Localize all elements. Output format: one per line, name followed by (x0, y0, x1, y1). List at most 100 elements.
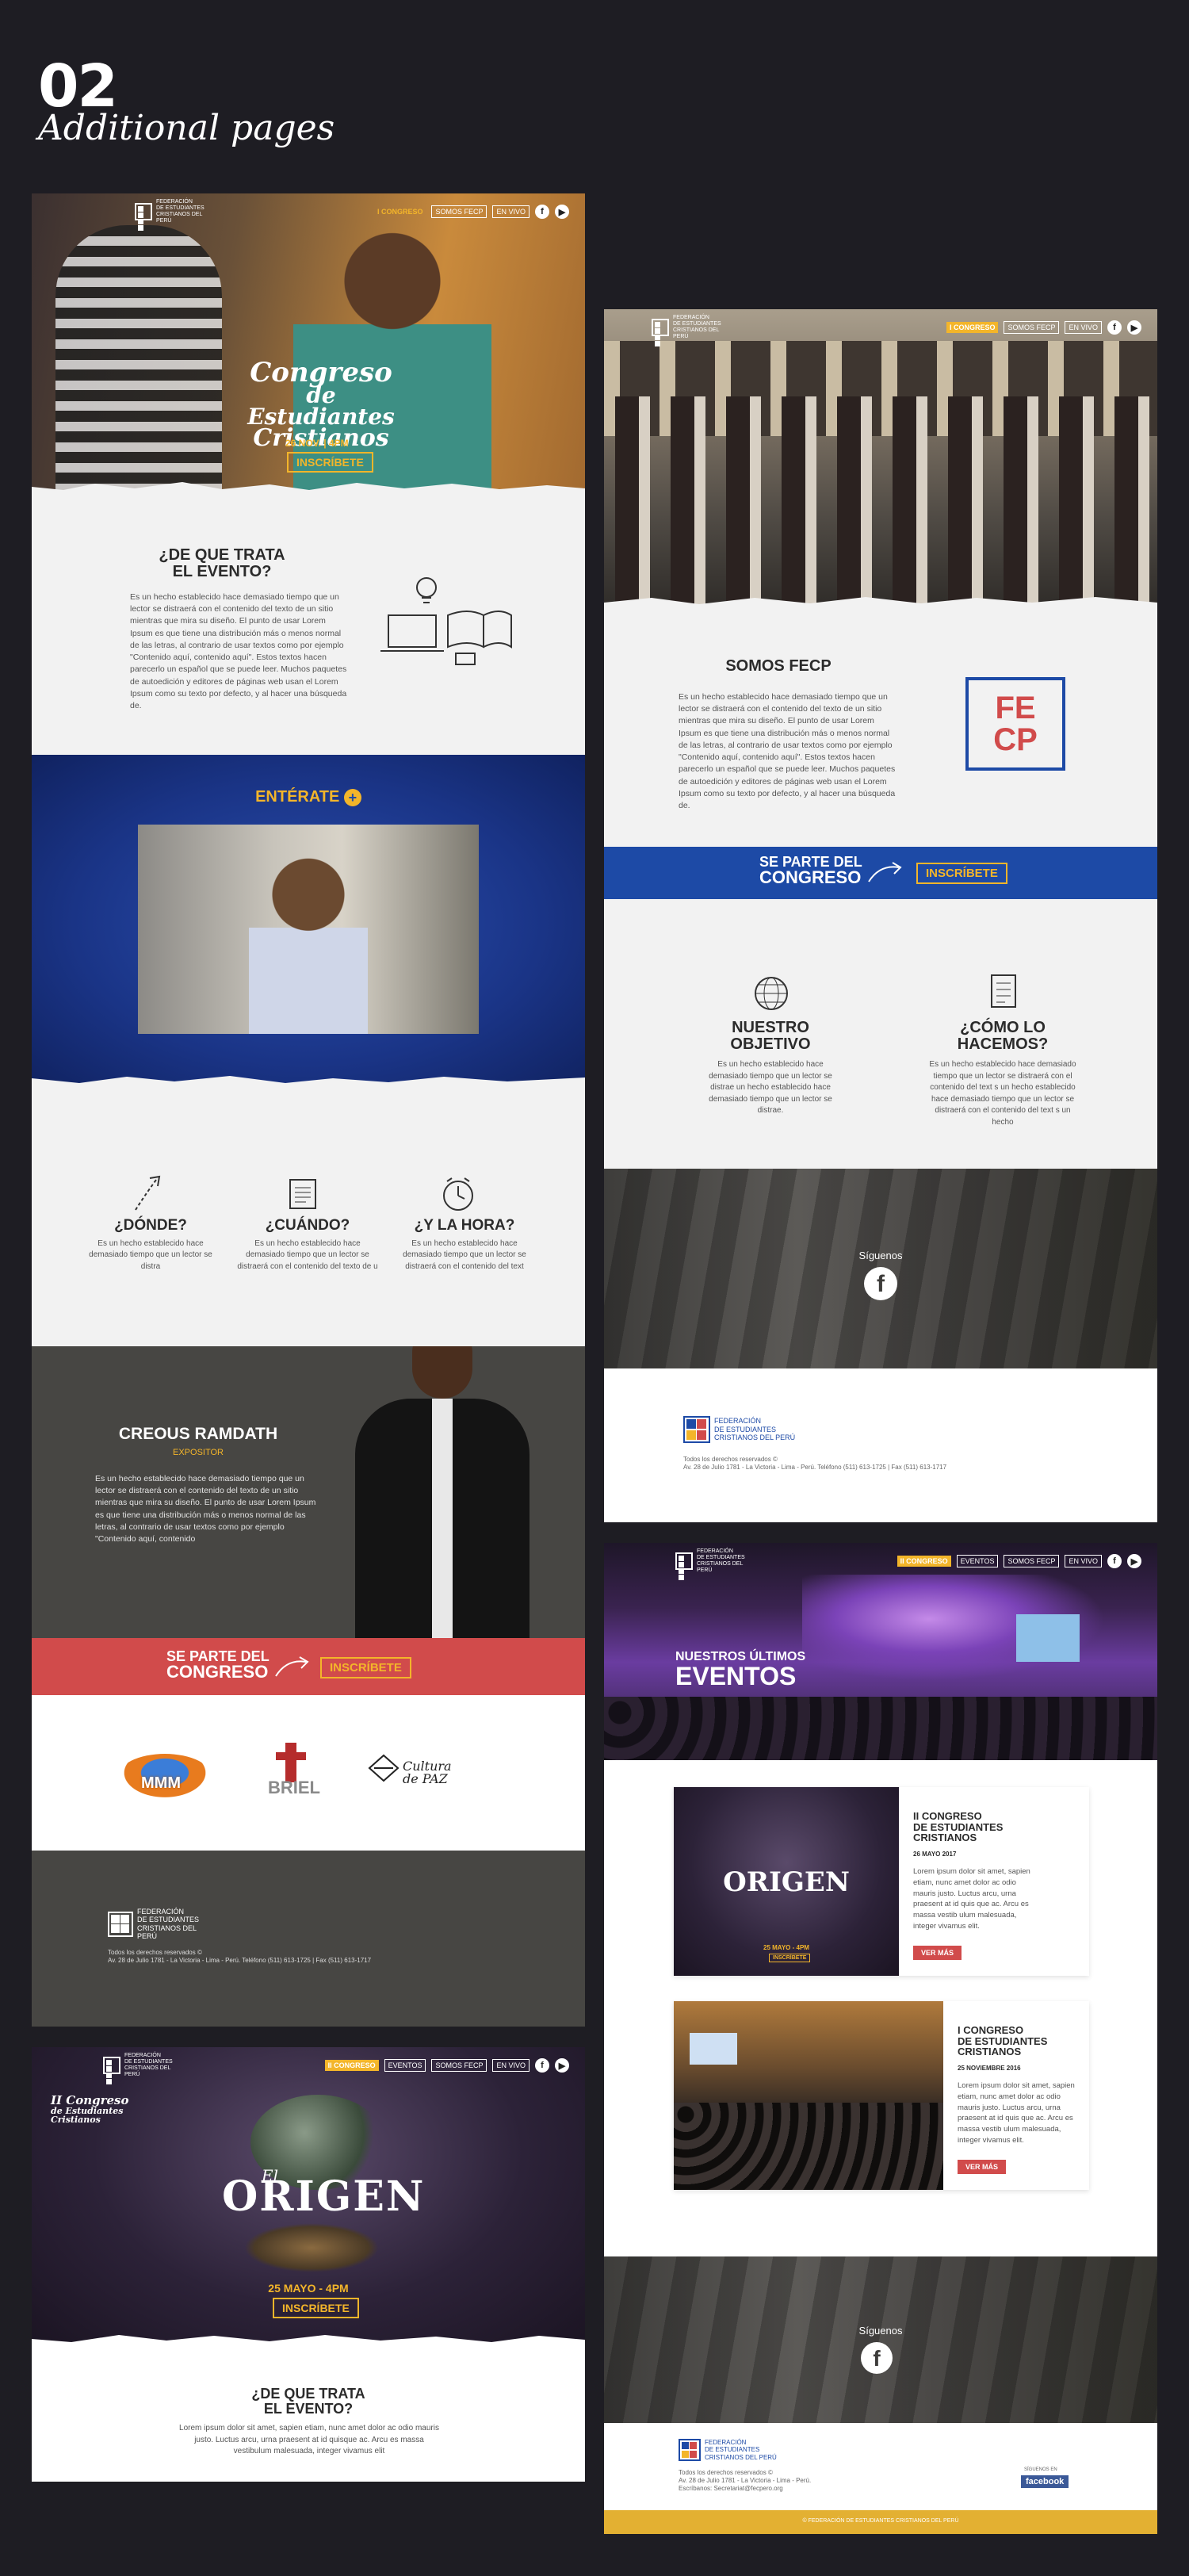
section-title: Additional pages (38, 108, 335, 148)
speaker-name: CREOUS RAMDATH (118, 1425, 278, 1443)
footer-logo-line3: CRISTIANOS DEL PERÚ (137, 1923, 197, 1941)
origen-title: ORIGEN (222, 2172, 426, 2221)
logo-line1: FEDERACIÓN (673, 314, 709, 320)
nav-congreso[interactable]: II CONGRESO (897, 1556, 951, 1567)
youtube-icon[interactable]: ▶ (555, 205, 569, 219)
footer-address: Av. 28 de Julio 1781 - La Victoria - Lim… (108, 1957, 372, 1964)
logo-line3: CRISTIANOS DEL PERÚ (124, 2065, 171, 2078)
event-card: ORIGEN 25 MAYO - 4PM INSCRÍBETE II CONGR… (674, 1787, 1089, 1976)
cta-text: SE PARTE DEL CONGRESO (759, 855, 862, 886)
plus-icon[interactable]: + (343, 788, 361, 806)
origen-register-button[interactable]: INSCRÍBETE (273, 2298, 359, 2318)
nav-congreso[interactable]: I CONGRESO (946, 322, 999, 333)
footer-logo-text: FEDERACIÓN DE ESTUDIANTES CRISTIANOS DEL P… (714, 1417, 801, 1441)
cta-register-button[interactable]: INSCRÍBETE (916, 863, 1007, 884)
nav-eventos[interactable]: EVENTOS (384, 2059, 426, 2072)
footer-logo[interactable]: FEDERACIÓN DE ESTUDIANTES CRISTIANOS DEL P… (108, 1908, 216, 1940)
about-text: Es un hecho establecido hace demasiado t… (130, 592, 347, 710)
event-date: 26 MAYO 2017 (913, 1851, 957, 1858)
event-date: 25 NOVIEMBRE 2016 (958, 2065, 1021, 2072)
event-text: Lorem ipsum dolor sit amet, sapien etiam… (958, 2081, 1075, 2145)
fecp-logo-icon (108, 1911, 133, 1937)
location-arrow-icon (135, 1175, 161, 1211)
event-photo-audience (674, 2103, 943, 2190)
nav-somos[interactable]: SOMOS FECP (1004, 321, 1060, 334)
info-when-title: ¿CUÁNDO? (265, 1217, 350, 1234)
events-hero-line2: EVENTOS (675, 1662, 797, 1690)
speaker-bio: Es un hecho establecido hace demasiado t… (95, 1474, 316, 1544)
logo-line1: FEDERACIÓN (124, 2052, 161, 2058)
see-more-button[interactable]: VER MÁS (958, 2160, 1007, 2174)
footer-logo[interactable]: FEDERACIÓN DE ESTUDIANTES CRISTIANOS DEL P… (683, 1416, 801, 1443)
video-player[interactable] (138, 825, 479, 1034)
checklist-icon (991, 974, 1016, 1008)
fossil-graphic (244, 2223, 379, 2272)
fecp-logo-letters: FE CP (993, 691, 1038, 757)
arrow-icon (275, 1656, 309, 1677)
fecp-logo[interactable]: FEDERACIÓN DE ESTUDIANTES CRISTIANOS DEL P… (135, 198, 213, 231)
nav-congreso[interactable]: II CONGRESO (324, 2060, 379, 2071)
goals-section: NUESTRO OBJETIVO Es un hecho establecido… (604, 899, 1157, 1169)
facebook-icon[interactable]: f (861, 2342, 893, 2374)
nav-somos[interactable]: SOMOS FECP (1004, 1555, 1060, 1567)
youtube-icon[interactable]: ▶ (1127, 320, 1141, 335)
nav-envivo[interactable]: EN VIVO (492, 205, 530, 218)
fecp-logo-icon (103, 2057, 120, 2084)
event-photo-screen (690, 2033, 737, 2065)
register-button[interactable]: INSCRÍBETE (287, 452, 373, 473)
cta-section: SE PARTE DEL CONGRESO INSCRÍBETE (604, 847, 1157, 899)
nav-envivo[interactable]: EN VIVO (1065, 1555, 1102, 1567)
sponsor-briel-label: BRIEL (268, 1778, 320, 1797)
logo-line1: FEDERACIÓN (697, 1548, 733, 1554)
see-more-button[interactable]: VER MÁS (913, 1946, 962, 1960)
logo-line1: FEDERACIÓN (156, 198, 193, 205)
facebook-icon[interactable]: f (1107, 320, 1122, 335)
nav-somos[interactable]: SOMOS FECP (431, 2059, 487, 2072)
youtube-icon[interactable]: ▶ (555, 2058, 569, 2073)
footer-logo[interactable]: FEDERACIÓN DE ESTUDIANTES CRISTIANOS DEL P… (679, 2439, 792, 2461)
facebook-badge[interactable]: facebook (1021, 2475, 1069, 2488)
facebook-icon[interactable]: f (864, 1267, 897, 1300)
brand-logo: II Congreso de Estudiantes Cristianos (51, 2095, 154, 2125)
torn-edge (604, 597, 1157, 611)
origen-date: 25 MAYO - 4PM (268, 2282, 349, 2295)
logo-line3: CRISTIANOS DEL PERÚ (673, 327, 720, 340)
info-time: ¿Y LA HORA? Es un hecho establecido hace… (393, 1218, 536, 1273)
event-card: I CONGRESO DE ESTUDIANTES CRISTIANOS 25 … (674, 2001, 1089, 2190)
somos-section: SOMOS FECP Es un hecho establecido hace … (604, 611, 1157, 847)
page-mockup-somos: FEDERACIÓN DE ESTUDIANTES CRISTIANOS DEL P… (604, 309, 1157, 1522)
fecp-logo[interactable]: FEDERACIÓN DE ESTUDIANTES CRISTIANOS DEL P… (652, 314, 730, 346)
youtube-icon[interactable]: ▶ (1127, 1554, 1141, 1568)
nav-envivo[interactable]: EN VIVO (1065, 321, 1102, 334)
about-title: ¿DE QUE TRATA EL EVENTO? (159, 546, 285, 580)
nav-eventos[interactable]: EVENTOS (956, 1555, 999, 1567)
cta-section: SE PARTE DEL CONGRESO INSCRÍBETE (32, 1638, 585, 1695)
clock-icon (443, 1177, 473, 1211)
event-photo[interactable] (674, 2001, 943, 2190)
facebook-icon[interactable]: f (535, 2058, 549, 2073)
event-poster-title: ORIGEN (723, 1866, 850, 1898)
cta-register-button[interactable]: INSCRÍBETE (320, 1657, 411, 1678)
event-poster[interactable]: ORIGEN 25 MAYO - 4PM INSCRÍBETE (674, 1787, 899, 1976)
info-time-title: ¿Y LA HORA? (414, 1217, 515, 1234)
facebook-icon[interactable]: f (535, 205, 549, 219)
logo-line2: DE ESTUDIANTES (156, 205, 205, 211)
facebook-icon[interactable]: f (1107, 1554, 1122, 1568)
sponsor-cultura: Cultura de PAZ (368, 1752, 471, 1808)
info-where-title: ¿DÓNDE? (114, 1217, 187, 1234)
nav-somos[interactable]: SOMOS FECP (431, 205, 487, 218)
origen-about-text: Lorem ipsum dolor sit amet, sapien etiam… (179, 2424, 439, 2455)
info-when: ¿CUÁNDO? Es un hecho establecido hace de… (236, 1218, 379, 1273)
footer: FEDERACIÓN DE ESTUDIANTES CRISTIANOS DEL P… (604, 1368, 1157, 1522)
how-title: ¿CÓMO LO HACEMOS? (957, 1019, 1049, 1053)
social-section: Síguenos f (604, 1169, 1157, 1368)
hero-section: FEDERACIÓN DE ESTUDIANTES CRISTIANOS DEL P… (32, 193, 585, 496)
nav-congreso[interactable]: I CONGRESO (374, 206, 426, 217)
fecp-logo[interactable]: FEDERACIÓN DE ESTUDIANTES CRISTIANOS DEL P… (675, 1548, 754, 1580)
nav-envivo[interactable]: EN VIVO (492, 2059, 530, 2072)
globe-icon (755, 977, 788, 1010)
speaker-section: CREOUS RAMDATH EXPOSITOR Es un hecho est… (32, 1346, 585, 1638)
cta-text: SE PARTE DEL CONGRESO (166, 1649, 270, 1681)
video-title-text: ENTÉRATE (255, 788, 340, 806)
fecp-logo[interactable]: FEDERACIÓN DE ESTUDIANTES CRISTIANOS DEL P… (103, 2052, 182, 2084)
